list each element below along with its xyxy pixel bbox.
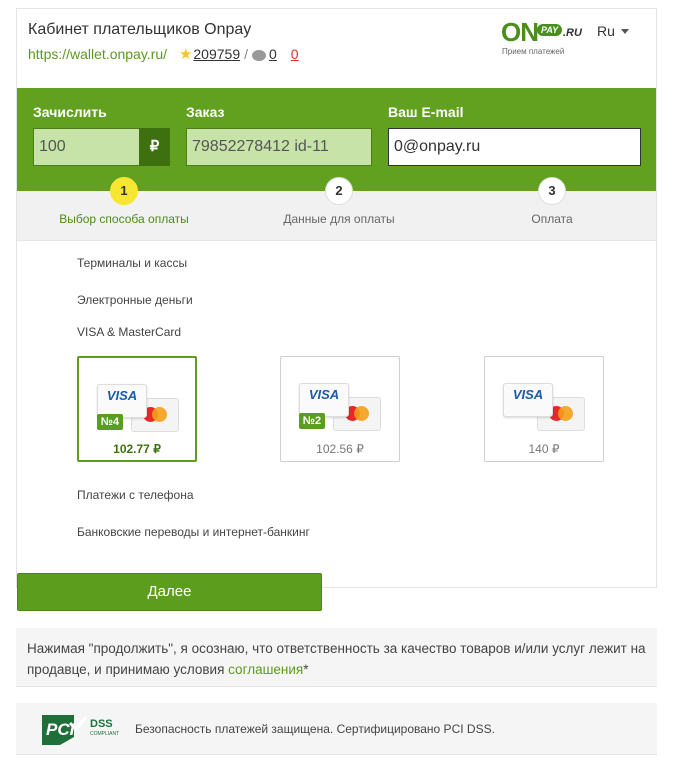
pci-banner: PCI DSS COMPLIANT Безопасность платежей … [16,703,657,755]
amount-label: Зачислить [33,104,107,120]
order-input[interactable]: 79852278412 id-11 [186,128,372,166]
terms-suffix: * [303,662,309,677]
email-input[interactable]: 0@onpay.ru [388,128,641,166]
step-label: Данные для оплаты [283,212,395,226]
step-number: 2 [325,177,353,205]
logo-tagline: Прием платежей [502,47,565,56]
step-payment-data: 2 Данные для оплаты [239,177,439,226]
language-selector[interactable]: Ru [597,23,629,39]
payment-panel: Кабинет плательщиков Onpay https://walle… [16,8,657,588]
order-label: Заказ [186,104,225,120]
step-number: 1 [110,177,138,205]
method-terminals[interactable]: Терминалы и кассы [77,256,187,270]
card-price: 102.56 ₽ [316,442,364,456]
method-emoney[interactable]: Электронные деньги [77,293,193,307]
card-price: 140 ₽ [528,442,560,456]
visa-icon: VISA [299,383,349,417]
method-cards[interactable]: VISA & MasterCard [77,325,181,339]
logo-ru: .RU [563,27,582,39]
step-number: 3 [538,177,566,205]
card-badge: №2 [299,413,325,429]
card-option-1[interactable]: VISA №4 102.77 ₽ [77,356,197,462]
logo-pay: PAY [537,24,563,36]
terms-text: Нажимая "продолжить", я осознаю, что отв… [27,641,646,677]
progress-steps: 1 Выбор способа оплаты 2 Данные для опла… [17,177,656,241]
next-button[interactable]: Далее [17,573,322,611]
step-select-method: 1 Выбор способа оплаты [24,177,224,226]
step-label: Выбор способа оплаты [59,212,189,226]
comment-icon [252,49,266,61]
pci-logo-sub: COMPLIANT [90,731,119,737]
order-form: Зачислить 100 ₽ Заказ 79852278412 id-11 … [17,88,656,191]
rating-link[interactable]: 209759 [193,46,240,62]
visa-icon: VISA [503,383,553,417]
language-label: Ru [597,23,615,39]
logo-on: ON [501,17,539,47]
pci-logo-dss: DSS [90,718,113,730]
merchant-url-link[interactable]: https://wallet.onpay.ru/ [28,46,167,62]
pci-dss-logo: PCI DSS COMPLIANT [40,713,122,747]
method-phone[interactable]: Платежи с телефона [77,488,194,502]
merchant-meta: https://wallet.onpay.ru/ / ★ 209759 / 0 … [28,45,299,63]
card-badge: №4 [97,414,123,430]
star-icon: ★ [178,46,193,63]
currency-button[interactable]: ₽ [139,128,170,166]
agreement-link[interactable]: соглашения [228,662,303,677]
separator: / [244,46,248,62]
comments-link[interactable]: 0 [269,46,277,62]
amount-input[interactable]: 100 [33,128,140,166]
email-label: Ваш E-mail [388,104,464,120]
pci-text: Безопасность платежей защищена. Сертифиц… [135,722,495,736]
card-option-2[interactable]: VISA №2 102.56 ₽ [280,356,400,462]
card-price: 102.77 ₽ [113,442,161,456]
method-bank[interactable]: Банковские переводы и интернет-банкинг [77,525,310,539]
step-payment: 3 Оплата [452,177,652,226]
step-label: Оплата [531,212,573,226]
onpay-logo[interactable]: ON PAY .RU Прием платежей [501,17,582,61]
terms-notice: Нажимая "продолжить", я осознаю, что отв… [16,628,657,687]
negative-reviews-link[interactable]: 0 [291,46,299,62]
page-title: Кабинет плательщиков Onpay [28,21,252,38]
caret-down-icon [620,29,629,34]
card-option-3[interactable]: VISA 140 ₽ [484,356,604,462]
card-options: VISA №4 102.77 ₽ VISA №2 102.56 ₽ VISA 1… [77,356,607,464]
visa-icon: VISA [97,384,147,418]
